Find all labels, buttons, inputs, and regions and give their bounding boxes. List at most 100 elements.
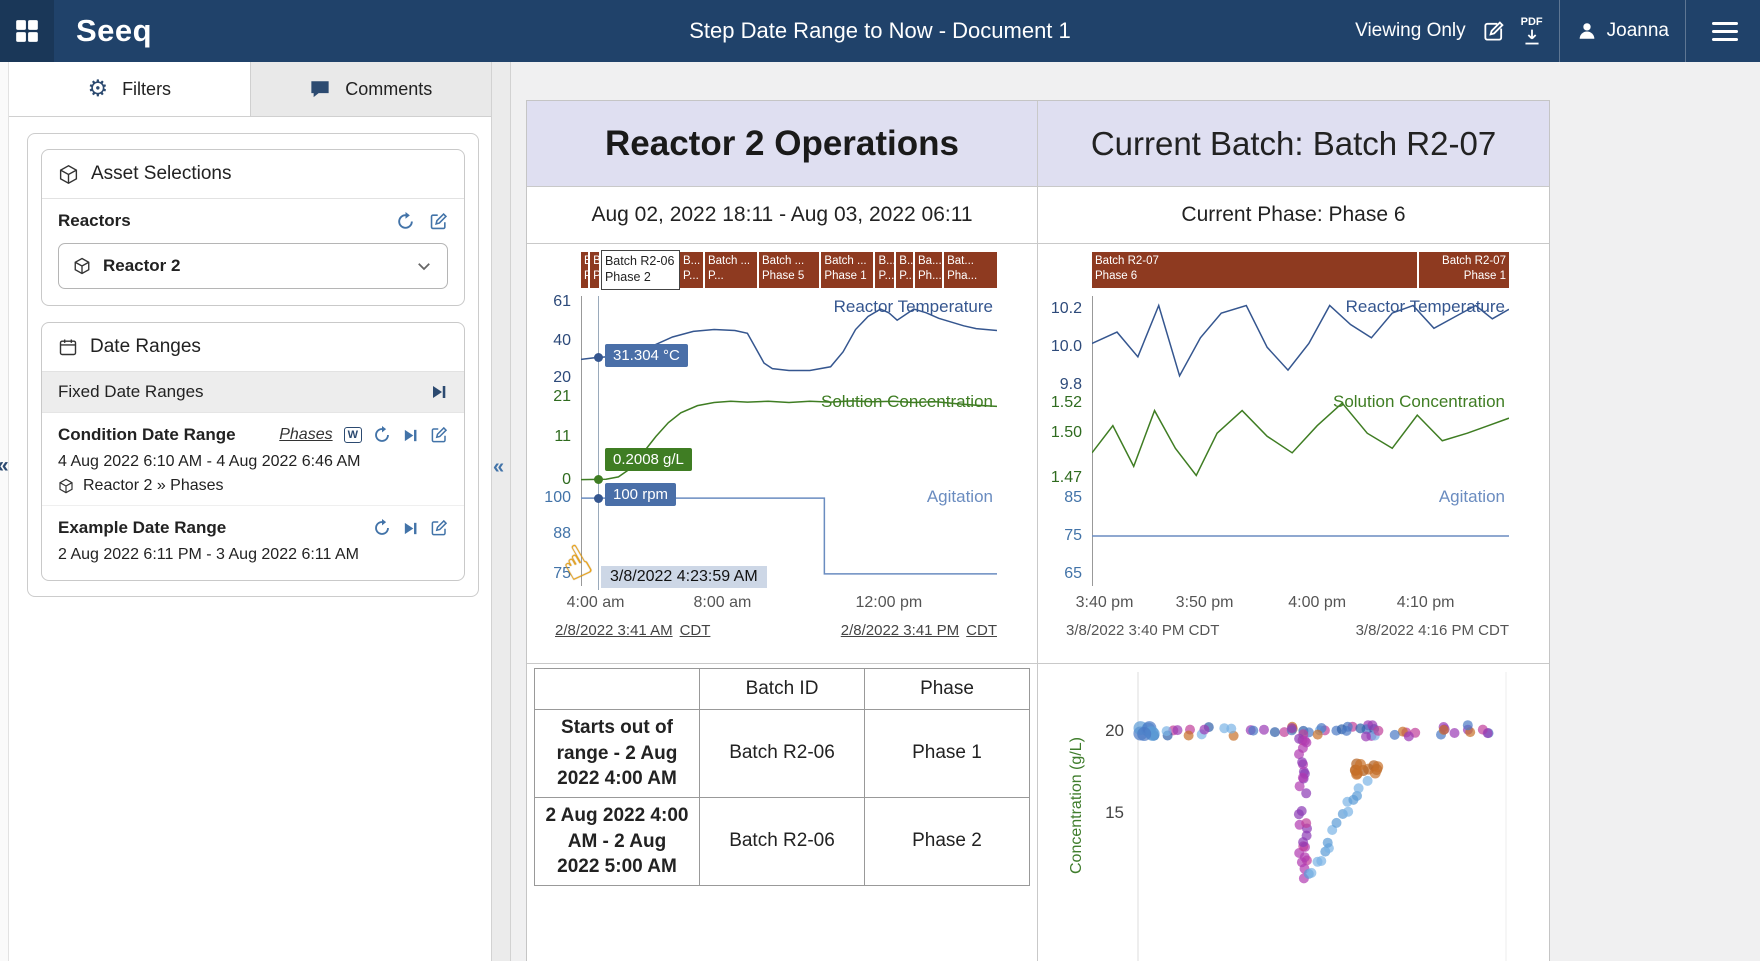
series-label[interactable]: Agitation bbox=[927, 487, 993, 507]
row-range: 2 Aug 2022 4:00 AM - 2 Aug 2022 5:00 AM bbox=[535, 797, 700, 885]
chart-footer-left: 2/8/2022 3:41 AM CDT 2/8/2022 3:41 PM CD… bbox=[555, 622, 997, 639]
topbar-actions: Viewing Only PDF Joanna bbox=[1355, 0, 1760, 62]
asset-selections-card: Asset Selections Reactors bbox=[41, 149, 465, 306]
batch-capsule[interactable]: BP bbox=[581, 252, 590, 288]
edit-condition-range-button[interactable] bbox=[430, 426, 448, 444]
lane-solution-concentration: 21110 Solution Concentration bbox=[581, 391, 997, 486]
edit-pencil-icon bbox=[430, 519, 448, 537]
range-start-link[interactable]: 2/8/2022 3:41 AM bbox=[555, 622, 673, 639]
step-all-to-end-button[interactable] bbox=[430, 383, 448, 401]
y-axis-ticks: 21110 bbox=[535, 391, 575, 486]
refresh-condition-range-button[interactable] bbox=[373, 426, 391, 444]
condition-range-dates: 4 Aug 2022 6:10 AM - 4 Aug 2022 6:46 AM bbox=[58, 453, 448, 471]
cube-icon bbox=[58, 164, 79, 185]
fixed-date-ranges-row: Fixed Date Ranges bbox=[42, 372, 464, 413]
step-condition-range-button[interactable] bbox=[402, 427, 419, 444]
condition-range-asset-path: Reactor 2 » Phases bbox=[83, 477, 224, 495]
document-title: Step Date Range to Now - Document 1 bbox=[689, 18, 1071, 44]
batch-capsule[interactable]: Batch R2-06Phase 2 bbox=[601, 250, 680, 290]
step-example-range-button[interactable] bbox=[402, 520, 419, 537]
batch-capsule[interactable]: B...P... bbox=[875, 252, 896, 288]
apps-grid-button[interactable] bbox=[0, 0, 54, 62]
lane-reactor-temperature: 10.210.09.8 Reactor Temperature bbox=[1092, 296, 1509, 391]
batch-capsule[interactable]: Batch ...Phase 1 bbox=[821, 252, 875, 288]
trend-chart-left[interactable]: BPBaPhBatch R2-06Phase 2B...P...Batch ..… bbox=[535, 250, 1027, 657]
refresh-example-range-button[interactable] bbox=[373, 519, 391, 537]
cursor-value-temperature: 31.304 °C bbox=[605, 344, 688, 367]
edit-example-range-button[interactable] bbox=[430, 519, 448, 537]
tab-filters-label: Filters bbox=[122, 79, 171, 100]
series-label[interactable]: Solution Concentration bbox=[1333, 392, 1505, 412]
current-phase-label: Current Phase: Phase 6 bbox=[1181, 203, 1405, 227]
batch-capsule[interactable]: Batch ...Phase 5 bbox=[759, 252, 821, 288]
main-area: Reactor 2 Operations Current Batch: Batc… bbox=[511, 62, 1760, 961]
phases-link[interactable]: Phases bbox=[279, 426, 332, 444]
y-axis-ticks: 10.210.09.8 bbox=[1046, 296, 1086, 391]
batch-table-cell: Batch ID Phase Starts out of range - 2 A… bbox=[527, 664, 1038, 961]
condition-range-name: Condition Date Range bbox=[58, 425, 236, 445]
seeq-logo[interactable]: Seeq bbox=[76, 13, 152, 49]
cube-icon bbox=[73, 257, 91, 275]
example-date-range-item: Example Date Range bbox=[42, 505, 464, 580]
series-label[interactable]: Reactor Temperature bbox=[1346, 297, 1505, 317]
topbar-divider bbox=[1685, 0, 1686, 62]
pencil-square-icon bbox=[1482, 20, 1505, 43]
gear-icon: ⚙ bbox=[87, 78, 108, 101]
user-menu[interactable]: Joanna bbox=[1576, 20, 1669, 42]
batch-capsule[interactable]: B...P... bbox=[896, 252, 915, 288]
table-row: 2 Aug 2022 4:00 AM - 2 Aug 2022 5:00 AM … bbox=[535, 797, 1030, 885]
tab-filters[interactable]: ⚙ Filters bbox=[9, 62, 251, 116]
edit-mode-button[interactable] bbox=[1482, 20, 1505, 43]
x-axis-ticks: 4:00 am8:00 am12:00 pm bbox=[581, 594, 997, 614]
hamburger-menu-button[interactable] bbox=[1702, 22, 1748, 41]
scatter-chart[interactable]: Concentration (g/L) 20 15 bbox=[1038, 664, 1549, 961]
step-to-end-icon bbox=[402, 427, 419, 444]
x-axis-ticks: 3:40 pm3:50 pm4:00 pm4:10 pm bbox=[1092, 594, 1509, 614]
worksheet-badge[interactable]: W bbox=[344, 427, 362, 443]
batch-capsule[interactable]: Batch R2-07Phase 1 bbox=[1419, 252, 1509, 288]
refresh-icon bbox=[373, 519, 391, 537]
sidebar-tabs: ⚙ Filters Comments bbox=[9, 62, 491, 117]
edge-collapse-button[interactable]: « bbox=[0, 454, 9, 478]
seeq-app: Seeq Step Date Range to Now - Document 1… bbox=[0, 0, 1760, 961]
batch-capsule[interactable]: Batch ...P... bbox=[705, 252, 759, 288]
trend-chart-right[interactable]: Batch R2-07Phase 6Batch R2-07Phase 1 10.… bbox=[1046, 250, 1539, 657]
left-date-range-label: Aug 02, 2022 18:11 - Aug 03, 2022 06:11 bbox=[591, 203, 972, 227]
cursor-value-agitation: 100 rpm bbox=[605, 483, 676, 506]
batch-capsule[interactable]: BaPh bbox=[590, 252, 601, 288]
refresh-asset-button[interactable] bbox=[396, 212, 415, 231]
tab-comments[interactable]: Comments bbox=[251, 62, 492, 116]
example-range-name: Example Date Range bbox=[58, 518, 226, 538]
batch-strip: Batch R2-07Phase 6Batch R2-07Phase 1 bbox=[1092, 252, 1509, 288]
scatter-points bbox=[1038, 664, 1548, 961]
row-batch-id: Batch R2-06 bbox=[700, 710, 865, 798]
batch-capsule[interactable]: Ba...Ph... bbox=[915, 252, 944, 288]
timezone-link[interactable]: CDT bbox=[680, 622, 711, 639]
cursor-dot-concentration bbox=[594, 475, 603, 484]
series-label[interactable]: Agitation bbox=[1439, 487, 1505, 507]
edit-asset-button[interactable] bbox=[429, 212, 448, 231]
batch-capsule[interactable]: B...P... bbox=[680, 252, 705, 288]
export-pdf-button[interactable]: PDF bbox=[1521, 17, 1543, 46]
document-panel: Reactor 2 Operations Current Batch: Batc… bbox=[526, 100, 1550, 961]
series-label[interactable]: Reactor Temperature bbox=[834, 297, 993, 317]
batch-capsule[interactable]: Batch R2-07Phase 6 bbox=[1092, 252, 1419, 288]
chevron-down-icon bbox=[415, 257, 433, 275]
row-range: Starts out of range - 2 Aug 2022 4:00 AM bbox=[535, 710, 700, 798]
range-end-link[interactable]: 2/8/2022 3:41 PM bbox=[841, 622, 959, 639]
batch-capsule[interactable]: Bat...Pha... bbox=[944, 252, 997, 288]
right-doc-title: Current Batch: Batch R2-07 bbox=[1091, 125, 1496, 163]
timezone-link[interactable]: CDT bbox=[966, 622, 997, 639]
step-to-end-icon bbox=[430, 383, 448, 401]
y-axis-ticks: 857565 bbox=[1046, 486, 1086, 586]
download-arrow-icon bbox=[1522, 28, 1542, 46]
sidebar-collapse-button[interactable]: « bbox=[493, 456, 504, 479]
y-axis-ticks: 1.521.501.47 bbox=[1046, 391, 1086, 486]
series-label[interactable]: Solution Concentration bbox=[821, 392, 993, 412]
app-body: « ⚙ Filters Comments bbox=[0, 62, 1760, 961]
scatter-chart-cell: Concentration (g/L) 20 15 bbox=[1038, 664, 1549, 961]
asset-group-label: Reactors bbox=[58, 211, 131, 231]
trend-chart-left-cell: BPBaPhBatch R2-06Phase 2B...P...Batch ..… bbox=[527, 244, 1038, 664]
asset-dropdown[interactable]: Reactor 2 bbox=[58, 243, 448, 289]
left-subtitle-cell: Aug 02, 2022 18:11 - Aug 03, 2022 06:11 bbox=[527, 187, 1038, 244]
